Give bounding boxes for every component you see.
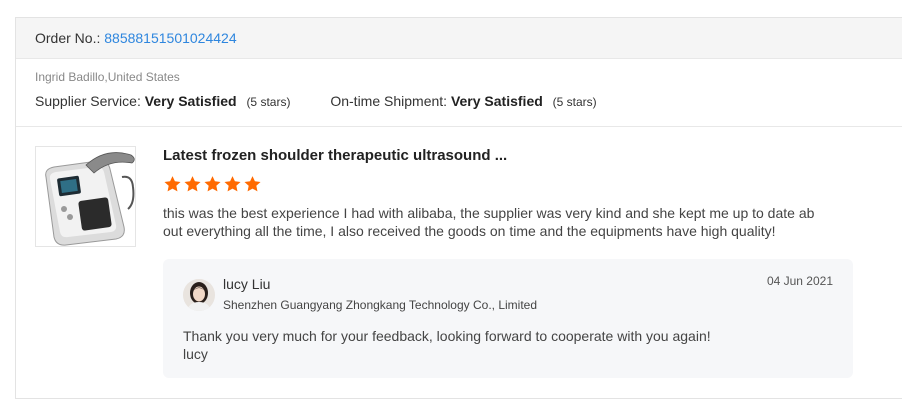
avatar xyxy=(183,279,215,311)
product-rating-stars xyxy=(163,175,262,193)
supplier-service-stars: (5 stars) xyxy=(246,95,291,109)
reply-date: 04 Jun 2021 xyxy=(766,274,833,288)
reply-company-name: Shenzhen Guangyang Zhongkang Technology … xyxy=(223,298,537,312)
star-icon xyxy=(184,176,201,192)
product-thumbnail[interactable] xyxy=(35,146,136,247)
shipment-value: Very Satisfied xyxy=(450,93,543,109)
order-number-label: Order No.: xyxy=(35,30,101,46)
star-icon xyxy=(164,176,181,192)
buyer-name-country: Ingrid Badillo,United States xyxy=(35,70,180,84)
star-icon xyxy=(244,176,261,192)
shipment-label: On-time Shipment: xyxy=(330,93,448,109)
reply-author-name: lucy Liu xyxy=(223,276,271,292)
order-review-card: Order No.: 88588151501024424 Ingrid Badi… xyxy=(15,17,902,399)
supplier-reply: lucy Liu Shenzhen Guangyang Zhongkang Te… xyxy=(163,259,853,378)
reply-signature: lucy xyxy=(183,346,208,362)
order-header: Order No.: 88588151501024424 xyxy=(16,18,902,59)
avatar-icon xyxy=(183,279,215,311)
order-number-link[interactable]: 88588151501024424 xyxy=(104,30,236,46)
supplier-service-label: Supplier Service: xyxy=(35,93,141,109)
shipment-stars: (5 stars) xyxy=(552,95,597,109)
star-icon xyxy=(204,176,221,192)
reply-message-line: Thank you very much for your feedback, l… xyxy=(183,328,711,344)
buyer-section: Ingrid Badillo,United States Supplier Se… xyxy=(16,59,902,127)
store-ratings: Supplier Service: Very Satisfied (5 star… xyxy=(35,93,902,109)
supplier-service-value: Very Satisfied xyxy=(144,93,237,109)
reply-message: Thank you very much for your feedback, l… xyxy=(183,327,711,363)
star-icon xyxy=(224,176,241,192)
review-text: this was the best experience I had with … xyxy=(163,205,815,239)
ultrasound-device-icon xyxy=(36,147,135,246)
product-title[interactable]: Latest frozen shoulder therapeutic ultra… xyxy=(163,147,507,164)
